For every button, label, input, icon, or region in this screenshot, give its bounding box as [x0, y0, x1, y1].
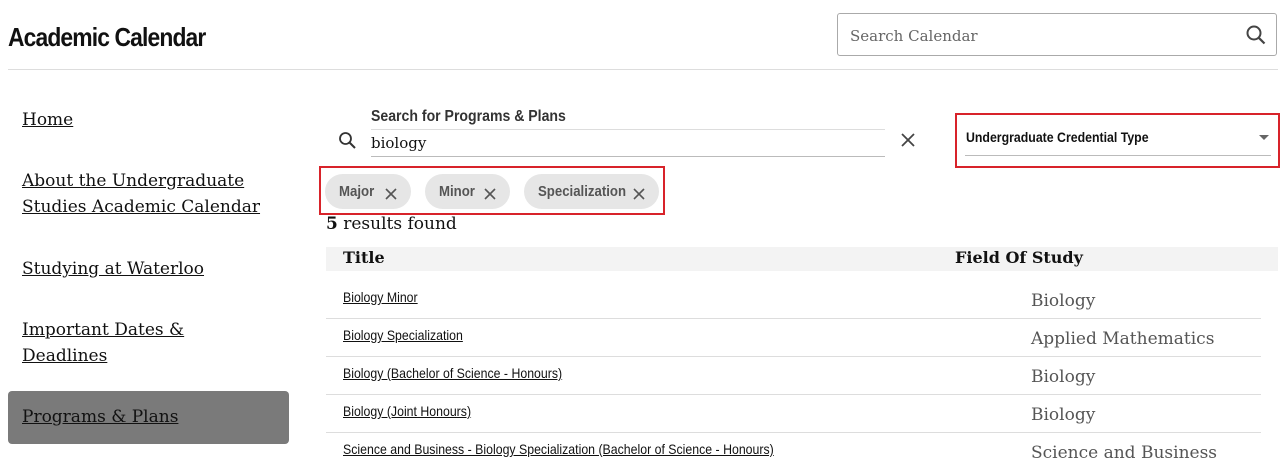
- program-link[interactable]: Biology Specialization: [343, 327, 463, 343]
- field-of-study: Biology: [1031, 291, 1096, 311]
- calendar-search-input[interactable]: [848, 23, 1232, 49]
- program-link[interactable]: Biology Minor: [343, 289, 418, 305]
- table-row: Biology (Bachelor of Science - Honours) …: [326, 356, 1261, 395]
- table-row: Biology Minor Biology: [326, 280, 1261, 319]
- field-of-study: Biology: [1031, 367, 1096, 387]
- results-count: 5 results found: [326, 214, 457, 234]
- column-header-field[interactable]: Field Of Study: [955, 248, 1083, 267]
- sidebar-item-studying[interactable]: Studying at Waterloo: [22, 256, 204, 282]
- field-of-study: Applied Mathematics: [1031, 329, 1215, 349]
- results-number: 5: [326, 214, 338, 234]
- table-row: Biology Specialization Applied Mathemati…: [326, 318, 1261, 357]
- results-suffix: results found: [343, 214, 457, 234]
- program-link[interactable]: Biology (Bachelor of Science - Honours): [343, 365, 562, 381]
- chip-major: Major: [325, 174, 411, 209]
- chevron-down-icon: [1259, 135, 1269, 140]
- close-icon[interactable]: [633, 185, 645, 204]
- sidebar-item-about[interactable]: About the Undergraduate Studies Academic…: [22, 168, 262, 220]
- sidebar-item-home[interactable]: Home: [22, 107, 73, 133]
- close-icon[interactable]: [484, 185, 496, 204]
- search-icon[interactable]: [1246, 25, 1266, 49]
- program-link[interactable]: Biology (Joint Honours): [343, 403, 471, 419]
- results-table-header: Title Field Of Study: [326, 247, 1278, 271]
- credential-type-highlight: Undergraduate Credential Type: [955, 113, 1280, 168]
- filter-chips-highlight: Major Minor Specialization: [319, 166, 665, 215]
- close-icon[interactable]: [899, 131, 917, 153]
- chip-label: Major: [339, 183, 375, 200]
- table-row: Science and Business - Biology Specializ…: [326, 432, 1261, 470]
- sidebar-item-dates[interactable]: Important Dates & Deadlines: [22, 317, 222, 369]
- field-of-study: Science and Business: [1031, 443, 1218, 463]
- chip-specialization: Specialization: [524, 174, 659, 209]
- chip-minor: Minor: [425, 174, 510, 209]
- sidebar-item-programs[interactable]: Programs & Plans: [8, 391, 289, 444]
- credential-type-value: Undergraduate Credential Type: [966, 129, 1149, 145]
- field-of-study: Biology: [1031, 405, 1096, 425]
- calendar-search[interactable]: [837, 13, 1277, 56]
- program-search-label: Search for Programs & Plans: [371, 108, 566, 125]
- header-divider: [8, 69, 1278, 70]
- chip-label: Minor: [439, 183, 475, 200]
- column-header-title[interactable]: Title: [343, 248, 385, 267]
- close-icon[interactable]: [385, 185, 397, 204]
- search-icon: [338, 131, 358, 155]
- chip-label: Specialization: [538, 183, 627, 200]
- page-title: Academic Calendar: [8, 22, 206, 52]
- program-search-input[interactable]: [371, 129, 885, 157]
- credential-type-select[interactable]: Undergraduate Credential Type: [965, 125, 1271, 156]
- program-link[interactable]: Science and Business - Biology Specializ…: [343, 441, 774, 457]
- sidebar-item-programs-label[interactable]: Programs & Plans: [22, 404, 178, 430]
- table-row: Biology (Joint Honours) Biology: [326, 394, 1261, 433]
